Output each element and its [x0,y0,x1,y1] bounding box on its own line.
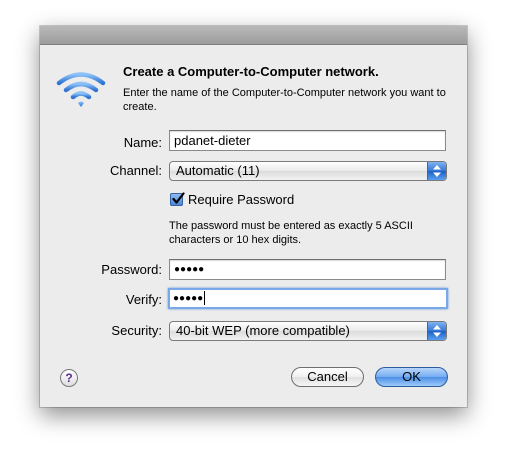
channel-label: Channel: [109,163,162,178]
dialog-description: Enter the name of the Computer-to-Comput… [123,87,446,113]
verify-field[interactable]: ●●●●● [168,288,448,309]
help-icon: ? [65,371,73,385]
sheet-titlebar [40,26,467,45]
cancel-button[interactable]: Cancel [291,367,364,387]
channel-popup[interactable]: Automatic (11) [169,161,447,181]
password-label: Password: [101,262,162,277]
channel-value: Automatic (11) [176,163,260,178]
verify-value: ●●●●● [173,293,204,304]
up-down-arrows-icon [427,322,446,340]
wifi-icon [56,70,106,110]
checkmark-icon [170,192,185,206]
dialog-heading: Create a Computer-to-Computer network. [123,64,379,79]
security-popup[interactable]: 40-bit WEP (more compatible) [169,321,447,341]
require-password-label: Require Password [188,192,295,207]
help-button[interactable]: ? [60,369,78,387]
name-field[interactable]: pdanet-dieter [169,130,446,151]
password-value: ●●●●● [174,264,205,275]
require-password-checkbox[interactable]: Require Password [170,192,294,207]
up-down-arrows-icon [427,162,446,180]
ok-button[interactable]: OK [375,367,448,387]
password-field[interactable]: ●●●●● [169,259,446,280]
text-caret [204,291,206,306]
security-value: 40-bit WEP (more compatible) [176,323,350,338]
create-network-dialog: Create a Computer-to-Computer network. E… [40,26,467,407]
security-label: Security: [111,323,162,338]
password-requirement-note: The password must be entered as exactly … [169,220,413,246]
name-value: pdanet-dieter [174,133,251,148]
verify-label: Verify: [125,292,162,307]
name-label: Name: [123,135,162,150]
